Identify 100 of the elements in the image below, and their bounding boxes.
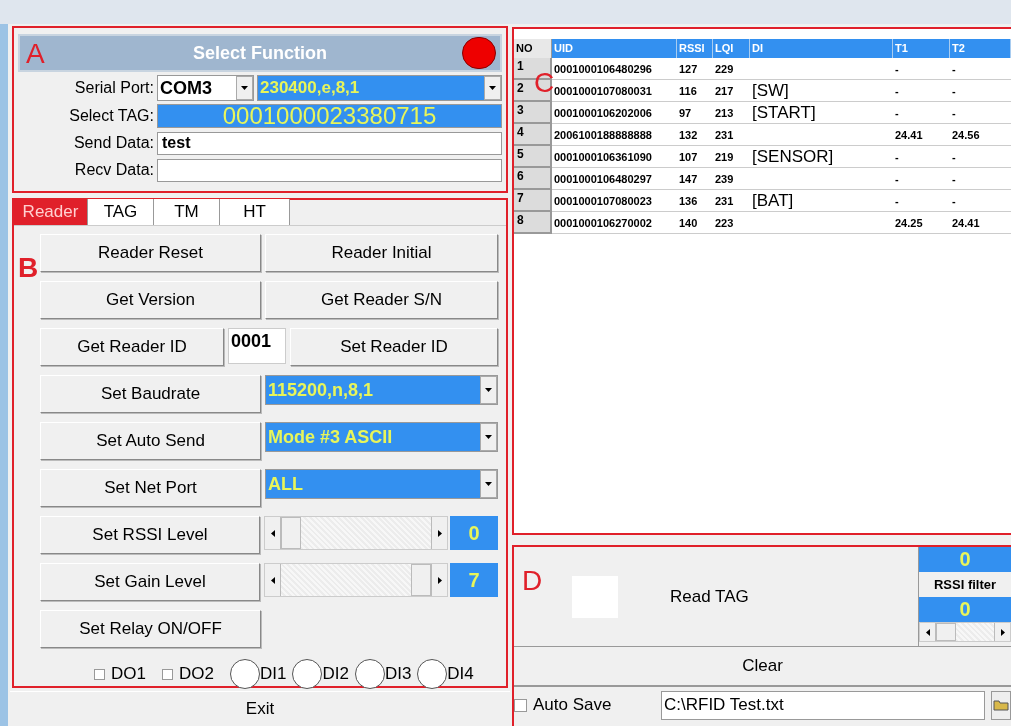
table-cell: 97 bbox=[677, 102, 713, 124]
table-cell: [BAT] bbox=[750, 190, 893, 212]
text-field[interactable] bbox=[157, 158, 502, 182]
column-header[interactable]: NO bbox=[514, 39, 552, 58]
table-cell: - bbox=[893, 146, 950, 168]
table-cell: - bbox=[893, 80, 950, 102]
indicator-label: DI1 bbox=[259, 663, 287, 686]
filter-label: RSSI filter bbox=[932, 576, 998, 594]
table-cell: 116 bbox=[677, 80, 713, 102]
port-dropdown[interactable]: COM3 bbox=[157, 75, 254, 101]
table-cell: 239 bbox=[713, 168, 750, 190]
table-cell: - bbox=[950, 146, 1011, 168]
table-cell: 0001000106480296 bbox=[552, 58, 677, 80]
table-cell: 24.41 bbox=[893, 124, 950, 146]
checkbox[interactable] bbox=[94, 668, 105, 680]
table-cell: 127 bbox=[677, 58, 713, 80]
table-cell: - bbox=[950, 102, 1011, 124]
command-button[interactable]: Get Reader S/N bbox=[265, 281, 498, 319]
table-cell: - bbox=[950, 80, 1011, 102]
value-display: 0 bbox=[450, 516, 498, 550]
field-label: Send Data: bbox=[72, 133, 154, 153]
table-cell: 7 bbox=[514, 190, 552, 212]
table-cell: 0001000106480297 bbox=[552, 168, 677, 190]
command-button[interactable]: Get Reader ID bbox=[40, 328, 224, 366]
command-button[interactable]: Set Relay ON/OFF bbox=[40, 610, 261, 648]
command-button[interactable]: Get Version bbox=[40, 281, 261, 319]
file-path-field[interactable]: C:\RFID Test.txt bbox=[661, 690, 985, 720]
indicator-label: DI4 bbox=[447, 663, 474, 686]
command-button[interactable]: Set RSSI Level bbox=[40, 516, 260, 554]
table-cell: - bbox=[893, 190, 950, 212]
table-cell: 229 bbox=[713, 58, 750, 80]
field-label: Recv Data: bbox=[73, 160, 154, 180]
annotation-label: D bbox=[522, 567, 543, 595]
field-label: Serial Port: bbox=[73, 78, 154, 98]
table-cell: 0001000106202006 bbox=[552, 102, 677, 124]
command-button[interactable]: Set Reader ID bbox=[290, 328, 498, 366]
value-display: 7 bbox=[450, 563, 498, 597]
checkbox-label: DO2 bbox=[178, 663, 214, 686]
checkbox[interactable] bbox=[514, 698, 527, 712]
folder-icon[interactable] bbox=[991, 690, 1011, 720]
table-cell: 3 bbox=[514, 102, 552, 124]
checkbox[interactable] bbox=[161, 668, 173, 680]
command-button[interactable]: Set Gain Level bbox=[40, 563, 260, 601]
checkbox-label: DO1 bbox=[111, 663, 146, 686]
table-cell: 6 bbox=[514, 168, 552, 190]
dropdown-caret-icon[interactable] bbox=[480, 376, 497, 404]
table-cell: 5 bbox=[514, 146, 552, 168]
field-label: Select TAG: bbox=[68, 106, 154, 126]
checkbox-label: Auto Save bbox=[533, 694, 613, 717]
table-cell: [SENSOR] bbox=[750, 146, 893, 168]
reader-id-field[interactable]: 0001 bbox=[228, 328, 286, 364]
table-cell: 147 bbox=[677, 168, 713, 190]
text-field[interactable]: test bbox=[157, 131, 502, 155]
table-cell: - bbox=[950, 58, 1011, 80]
command-button[interactable]: Set Baudrate bbox=[40, 375, 261, 413]
table-cell: 4 bbox=[514, 124, 552, 146]
command-button[interactable]: Set Net Port bbox=[40, 469, 261, 507]
value-display: 0 bbox=[919, 547, 1011, 572]
table-cell: 0001000106270002 bbox=[552, 212, 677, 234]
table-cell: 219 bbox=[713, 146, 750, 168]
table-cell: - bbox=[950, 190, 1011, 212]
table-cell: 0001000107080031 bbox=[552, 80, 677, 102]
table-cell: - bbox=[893, 168, 950, 190]
indicator-label: DI2 bbox=[322, 663, 349, 686]
table-cell: 231 bbox=[713, 190, 750, 212]
table-cell: [SW] bbox=[750, 80, 893, 102]
annotation-label: B bbox=[18, 254, 39, 282]
table-cell: 8 bbox=[514, 212, 552, 234]
table-cell: 132 bbox=[677, 124, 713, 146]
table-cell: 24.25 bbox=[893, 212, 950, 234]
table-cell: 24.41 bbox=[950, 212, 1011, 234]
command-button[interactable]: Set Auto Send bbox=[40, 422, 261, 460]
command-button[interactable]: Reader Initial bbox=[265, 234, 498, 272]
annotation-label: A bbox=[26, 40, 45, 68]
dropdown-caret-icon[interactable] bbox=[480, 470, 497, 498]
dropdown-caret-icon[interactable] bbox=[484, 76, 501, 100]
dropdown-caret-icon[interactable] bbox=[480, 423, 497, 451]
table-cell: 231 bbox=[713, 124, 750, 146]
table-cell: 107 bbox=[677, 146, 713, 168]
panel-title: Select Function bbox=[193, 41, 327, 65]
table-cell: 0001000107080023 bbox=[552, 190, 677, 212]
tab[interactable]: TAG bbox=[88, 199, 154, 225]
table-cell: 136 bbox=[677, 190, 713, 212]
table-cell: 2006100188888888 bbox=[552, 124, 677, 146]
table-cell: [START] bbox=[750, 102, 893, 124]
table-cell: 213 bbox=[713, 102, 750, 124]
table-cell: - bbox=[893, 58, 950, 80]
tab[interactable]: TM bbox=[154, 199, 220, 225]
value-display: 0 bbox=[919, 597, 1011, 622]
indicator-label: DI3 bbox=[384, 663, 412, 686]
table-cell: - bbox=[893, 102, 950, 124]
table-cell: - bbox=[950, 168, 1011, 190]
command-button[interactable]: Reader Reset bbox=[40, 234, 261, 272]
dropdown-caret-icon[interactable] bbox=[236, 76, 253, 100]
table-cell: 140 bbox=[677, 212, 713, 234]
table-cell: 223 bbox=[713, 212, 750, 234]
table-cell: 24.56 bbox=[950, 124, 1011, 146]
tab[interactable]: HT bbox=[220, 199, 290, 225]
table-cell: 217 bbox=[713, 80, 750, 102]
table-cell: 0001000106361090 bbox=[552, 146, 677, 168]
